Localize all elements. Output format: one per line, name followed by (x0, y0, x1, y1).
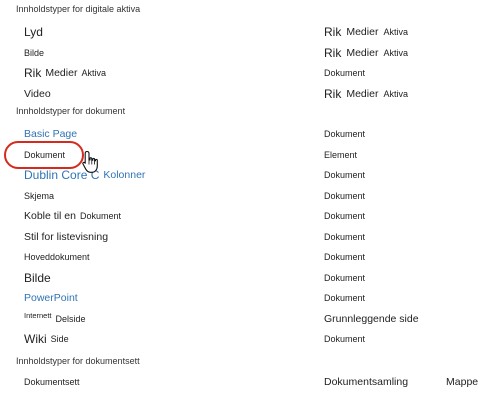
section-header: Innholdstyper for dokumentsett (16, 356, 140, 366)
parent-content-type-part: Dokument (324, 170, 366, 180)
content-type-row[interactable]: PowerPoint Dokument (0, 288, 484, 308)
parent-content-type-part: Dokument (324, 252, 366, 262)
parent-content-type: Dokument (324, 206, 365, 226)
content-type-name-part: Dokumentsett (24, 377, 80, 387)
content-type-row[interactable]: Koble til en Dokument Dokument (0, 206, 484, 226)
content-type-name-part: Wiki (24, 332, 47, 346)
parent-content-type: Element (324, 145, 357, 165)
parent-content-type: Dokument (324, 247, 365, 267)
parent-content-type-part: Aktiva (383, 47, 408, 58)
content-type-name: Koble til en Dokument (24, 206, 121, 226)
parent-content-type-part: Dokument (324, 272, 366, 283)
parent-content-type-part: Rik (324, 25, 342, 39)
content-types-list: Innholdstyper for digitale aktiva Lyd Rik M… (0, 0, 484, 393)
content-type-name-part: Kolonner (103, 169, 146, 181)
content-type-name: Hoveddokument (24, 247, 90, 267)
content-type-name: Bilde (24, 43, 44, 63)
content-type-name: Skjema (24, 186, 54, 206)
parent-content-type-part: Dokumentsamling (324, 376, 409, 388)
content-type-name: Stil for listevisning (24, 227, 108, 247)
parent-content-type-part: Dokument (324, 129, 366, 139)
content-type-name-part: Bilde (24, 47, 45, 58)
content-type-name: Rik Medier Aktiva (24, 63, 106, 83)
parent-content-type-part: Dokument (324, 211, 366, 221)
parent-content-type: Rik Medier Aktiva (324, 22, 408, 42)
highlight-annotation (4, 141, 84, 169)
content-type-name: Internett Delside (24, 309, 86, 329)
content-type-row[interactable]: Video Rik Medier Aktiva (0, 84, 484, 104)
parent-content-type: Dokument (324, 165, 365, 185)
parent-content-type-part: Medier (346, 46, 379, 59)
content-type-name: Video (24, 84, 51, 104)
content-type-name-part: Skjema (24, 190, 55, 201)
parent-content-type-part: Dokument (324, 68, 366, 78)
parent-content-type-part: Dokument (324, 190, 366, 201)
section-header: Innholdstyper for dokument (16, 106, 126, 116)
content-type-name-part: Medier (45, 67, 78, 79)
content-type-row[interactable]: Stil for listevisning Dokument (0, 227, 484, 247)
content-type-name: Lyd (24, 22, 43, 42)
content-type-name: Dokumentsett (24, 372, 80, 392)
content-type-row[interactable]: Internett Delside Grunnleggende side (0, 309, 484, 329)
parent-content-type-part: Rik (324, 45, 342, 60)
content-type-name-part: Video (24, 87, 51, 100)
parent-content-type: Dokument (324, 268, 365, 288)
content-type-name: Wiki Side (24, 329, 69, 349)
parent-content-type-part: Mappe (446, 376, 479, 388)
parent-content-type-part: Dokument (324, 334, 366, 344)
parent-content-type-part: Dokument (324, 231, 366, 242)
content-type-row[interactable]: Wiki Side Dokument (0, 329, 484, 349)
content-type-name-part: Stil for listevisning (24, 230, 109, 243)
content-type-row[interactable]: Bilde Dokument (0, 268, 484, 288)
content-type-name-part: Hoveddokument (24, 252, 90, 262)
parent-content-type: Dokument (324, 329, 365, 349)
content-type-name[interactable]: PowerPoint (24, 288, 78, 308)
content-type-name-part: Aktiva (81, 68, 106, 78)
content-type-name: Bilde (24, 268, 51, 288)
content-type-name-part: Side (50, 334, 69, 344)
parent-content-type-part: Medier (346, 87, 379, 100)
parent-content-type: Dokument (324, 288, 365, 308)
content-type-row[interactable]: Rik Medier Aktiva Dokument (0, 63, 484, 83)
parent-content-type: Rik Medier Aktiva (324, 43, 408, 63)
content-type-row[interactable]: Lyd Rik Medier Aktiva (0, 22, 484, 42)
parent-content-type-part: Element (324, 149, 358, 160)
content-type-name-part: Bilde (24, 270, 51, 285)
content-type-name-part: Internett (24, 310, 52, 320)
parent-content-type-part: Rik (324, 86, 342, 101)
parent-content-type: Grunnleggende side (324, 309, 419, 329)
content-type-row[interactable]: Hoveddokument Dokument (0, 247, 484, 267)
content-type-name-part: PowerPoint (24, 292, 78, 304)
parent-content-type-part: Dokument (324, 293, 366, 303)
section-header: Innholdstyper for digitale aktiva (16, 4, 141, 14)
content-type-name-part: Lyd (24, 25, 43, 39)
content-type-row[interactable]: Dokumentsett Dokumentsamling Mappe (0, 372, 484, 392)
content-type-name-part: Delside (55, 313, 86, 324)
content-type-row[interactable]: Skjema Dokument (0, 186, 484, 206)
parent-content-type: Dokument (324, 124, 365, 144)
parent-content-type-part: Medier (346, 26, 379, 38)
hand-pointer-icon (82, 150, 98, 173)
parent-content-type: Rik Medier Aktiva (324, 84, 408, 104)
content-type-name-part: Rik (24, 66, 42, 80)
parent-content-type-part: Grunnleggende side (324, 312, 419, 325)
content-type-row[interactable]: Bilde Rik Medier Aktiva (0, 43, 484, 63)
parent-content-type: Dokumentsamling Mappe (324, 372, 478, 392)
parent-content-type: Dokument (324, 186, 365, 206)
parent-content-type-part: Aktiva (383, 27, 408, 37)
content-type-name-part: Koble til en (24, 210, 76, 222)
parent-content-type-part: Aktiva (383, 88, 408, 99)
parent-content-type: Dokument (324, 227, 365, 247)
parent-content-type: Dokument (324, 63, 365, 83)
content-type-name-part: Basic Page (24, 128, 78, 140)
content-type-name-part: Dokument (79, 211, 121, 221)
